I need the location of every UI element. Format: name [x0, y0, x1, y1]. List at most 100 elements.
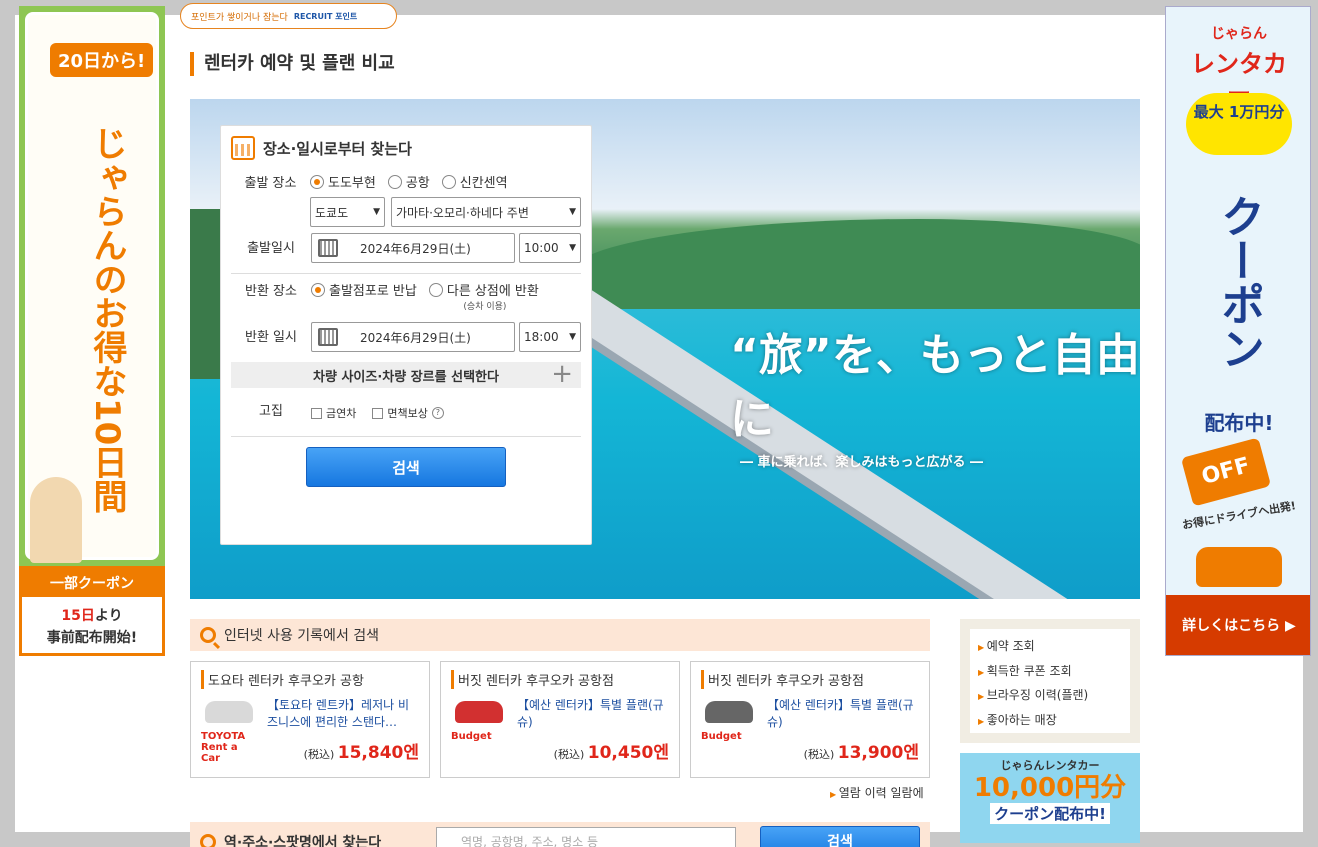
- price-amount: 13,900엔: [837, 743, 919, 763]
- radio-shinkansen[interactable]: 신칸센역: [441, 172, 508, 191]
- prefecture-select[interactable]: 도쿄도 ▼: [310, 197, 385, 227]
- coupon-banner-text: クーポン配布中!: [990, 803, 1110, 824]
- radio-same-store-circle[interactable]: [311, 282, 325, 297]
- history-card-title[interactable]: 버짓 렌터카 후쿠오카 공항점: [451, 670, 669, 689]
- tax-label: (税込): [803, 748, 835, 761]
- radio-same-store[interactable]: 출발점포로 반납: [311, 280, 417, 299]
- vehicle-size-toggle[interactable]: 차량 사이즈·차량 장르를 선택한다 +: [231, 359, 581, 389]
- calendar-icon: [318, 328, 338, 346]
- right-ad-logo-small: じゃらん: [1211, 26, 1267, 42]
- recruit-points-badge[interactable]: 포인트가 쌓이거나 잠는다 RECRUIT 포인트: [180, 3, 397, 29]
- left-ad-bottom-date: 15日: [61, 608, 95, 624]
- history-card-title[interactable]: 도요타 렌터카 후쿠오카 공항: [201, 670, 419, 689]
- radio-other-store-circle[interactable]: [428, 282, 443, 297]
- right-ad-cloud: 最大 1万円分: [1186, 93, 1292, 155]
- side-menu-reservation[interactable]: 예약 조회: [978, 635, 1122, 660]
- search-panel: 장소·일시로부터 찾는다 출발 장소 도도부현 공항 신칸센역 도쿄도 ▼ 가마타…: [220, 125, 592, 545]
- history-card-plan[interactable]: 【예산 렌터카】특별 플랜(규슈): [517, 697, 669, 731]
- history-card-price: (税込) 10,450엔: [554, 738, 669, 763]
- brand-logo: Budget: [701, 731, 742, 742]
- history-card-price: (税込) 15,840엔: [304, 738, 419, 763]
- brand-logo: Budget: [451, 731, 492, 742]
- return-datetime-row: 반환 일시 2024年6月29日(土) 18:00 ▼: [231, 322, 581, 352]
- return-date-value: 2024年6月29日(土): [360, 330, 471, 345]
- insurance-checkbox[interactable]: 면책보상?: [372, 405, 444, 421]
- history-list-link[interactable]: 열람 이력 일람에: [830, 784, 924, 801]
- return-date-input[interactable]: 2024年6月29日(土): [311, 322, 515, 352]
- keyword-search-section: 역·주소·스팟명에서 찾는다 역명, 공항명, 주소, 명소 등 검색: [190, 822, 930, 847]
- keyword-search-button[interactable]: 검색: [760, 826, 920, 847]
- prefecture-value: 도쿄도: [315, 205, 349, 220]
- car-illustration-icon: [1196, 547, 1282, 587]
- nonsmoking-check-box[interactable]: [311, 407, 322, 419]
- right-ad-vertical-text: クーポン: [1213, 194, 1264, 370]
- keyword-search-label: 역·주소·스팟명에서 찾는다: [224, 835, 382, 847]
- hero-catchphrase: “旅”を、もっと自由に ― 車に乗れば、楽しみはもっと広がる ―: [730, 319, 1140, 470]
- plus-icon: +: [551, 359, 573, 389]
- radio-airport[interactable]: 공항: [387, 172, 430, 191]
- left-ad-banner[interactable]: 20日から! じゃらんのお得な10日間 一部クーポン 15日より 事前配布開始!: [19, 6, 165, 656]
- side-menu-favorites[interactable]: 좋아하는 매장: [978, 709, 1122, 734]
- return-place-label: 반환 장소: [245, 284, 297, 299]
- area-value: 가마타·오모리·하네다 주변: [396, 205, 529, 220]
- price-amount: 10,450엔: [587, 743, 669, 763]
- history-card[interactable]: 버짓 렌터카 후쿠오카 공항점 Budget 【예산 렌터카】특별 플랜(규슈)…: [440, 661, 680, 778]
- departure-date-value: 2024年6月29日(土): [360, 241, 471, 256]
- departure-datetime-label: 출발일시: [247, 241, 295, 256]
- side-menu-coupons[interactable]: 획득한 쿠폰 조회: [978, 660, 1122, 685]
- radio-same-store-label: 출발점포로 반납: [329, 284, 417, 299]
- coupon-banner[interactable]: じゃらんレンタカー 10,000円分 クーポン配布中!: [960, 753, 1140, 843]
- departure-datetime-row: 출발일시 2024年6月29日(土) 10:00 ▼: [231, 233, 581, 263]
- radio-airport-circle[interactable]: [387, 174, 402, 189]
- calendar-icon: [318, 239, 338, 257]
- departure-time-select[interactable]: 10:00 ▼: [519, 233, 581, 263]
- nonsmoking-checkbox[interactable]: 금연차: [311, 405, 356, 421]
- radio-other-store[interactable]: 다른 상점에 반환: [428, 280, 539, 299]
- radio-airport-label: 공항: [405, 176, 430, 191]
- left-ad-bottom: 一部クーポン 15日より 事前配布開始!: [19, 566, 165, 656]
- car-icon: [455, 701, 503, 723]
- insurance-check-box[interactable]: [372, 407, 384, 419]
- hero-catch-sub: ― 車に乗れば、楽しみはもっと広がる ―: [740, 455, 984, 470]
- chevron-down-icon: ▼: [569, 243, 576, 253]
- return-time-select[interactable]: 18:00 ▼: [519, 322, 581, 352]
- side-menu-box: 예약 조회 획득한 쿠폰 조회 브라우징 이력(플랜) 좋아하는 매장: [970, 629, 1130, 733]
- side-menu-history[interactable]: 브라우징 이력(플랜): [978, 684, 1122, 709]
- chevron-down-icon: ▼: [569, 207, 576, 217]
- hero-catch-big: “旅”を、もっと自由に: [730, 330, 1140, 445]
- radio-prefecture[interactable]: 도도부현: [310, 172, 376, 191]
- car-icon: [705, 701, 753, 723]
- particular-checks: 금연차 면책보상?: [311, 401, 444, 421]
- history-card-plan[interactable]: 【토요타 렌트카】레저나 비즈니스에 편리한 스탠다…: [267, 697, 419, 731]
- departure-date-input[interactable]: 2024年6月29日(土): [311, 233, 515, 263]
- radio-shinkansen-label: 신칸센역: [459, 176, 508, 191]
- left-ad-bottom-line3: 事前配布開始!: [46, 630, 138, 646]
- area-select[interactable]: 가마타·오모리·하네다 주변 ▼: [391, 197, 581, 227]
- particular-label: 고집: [259, 404, 283, 419]
- chevron-down-icon: ▼: [373, 207, 380, 217]
- right-ad-more-button[interactable]: 詳しくはこちら ▶: [1166, 595, 1310, 655]
- return-time-value: 18:00: [524, 330, 559, 344]
- right-ad-banner[interactable]: じゃらん レンタカー 最大 1万円分 クーポン 配布中! OFF お得にドライブ…: [1165, 6, 1311, 656]
- search-heading-text: 장소·일시로부터 찾는다: [263, 139, 412, 158]
- radio-prefecture-circle[interactable]: [310, 174, 324, 189]
- cat-illustration-icon: [30, 477, 82, 563]
- radio-shinkansen-circle[interactable]: [441, 174, 456, 189]
- help-icon[interactable]: ?: [431, 407, 444, 419]
- search-heading: 장소·일시로부터 찾는다: [231, 126, 581, 166]
- left-ad-bottom-text: 15日より 事前配布開始!: [22, 597, 162, 649]
- history-card[interactable]: 버짓 렌터카 후쿠오카 공항점 Budget 【예산 렌터카】특별 플랜(규슈)…: [690, 661, 930, 778]
- history-card-title[interactable]: 버짓 렌터카 후쿠오카 공항점: [701, 670, 919, 689]
- particular-row: 고집 금연차 면책보상?: [231, 400, 581, 422]
- search-icon: [200, 834, 216, 847]
- keyword-search-input[interactable]: 역명, 공항명, 주소, 명소 등: [436, 827, 736, 847]
- price-amount: 15,840엔: [337, 743, 419, 763]
- departure-place-controls: 도도부현 공항 신칸센역 도쿄도 ▼ 가마타·오모리·하네다 주변 ▼: [310, 172, 581, 227]
- car-thumbnail: Budget: [701, 697, 757, 755]
- history-card[interactable]: 도요타 렌터카 후쿠오카 공항 TOYOTA Rent a Car 【토요타 렌…: [190, 661, 430, 778]
- side-menu: 예약 조회 획득한 쿠폰 조회 브라우징 이력(플랜) 좋아하는 매장: [960, 619, 1140, 743]
- hero-island: [570, 219, 1140, 309]
- search-button[interactable]: 검색: [306, 447, 506, 487]
- left-ad-bottom-suffix: より: [94, 608, 123, 624]
- history-card-plan[interactable]: 【예산 렌터카】특별 플랜(규슈): [767, 697, 919, 731]
